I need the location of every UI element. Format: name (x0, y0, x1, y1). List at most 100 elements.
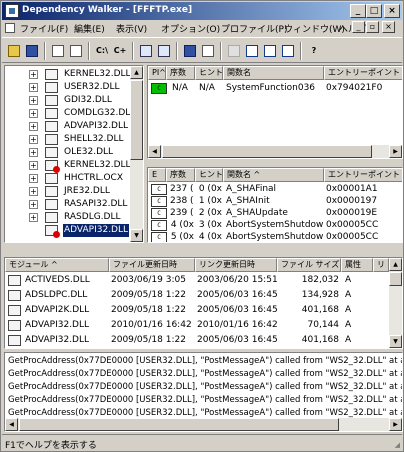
scroll-thumb[interactable] (389, 272, 402, 286)
undecorate-cpp-icon[interactable]: C+ (112, 43, 128, 59)
copy-icon[interactable] (50, 43, 66, 59)
table-row[interactable]: ADVAPI32.DLL 2010/01/16 16:42 2010/01/16 1… (5, 318, 389, 333)
header-file-time[interactable]: ファイル更新日時 (109, 258, 195, 272)
full-paths-icon[interactable]: C:\ (94, 43, 110, 59)
table-row[interactable]: ADVAPI32.DLL 2009/05/18 1:22 2005/06/03 16… (5, 333, 389, 348)
scroll-right-icon[interactable]: ▶ (389, 418, 402, 431)
table-row[interactable]: ADSLDPC.DLL 2009/05/18 1:22 2005/06/03 16:… (5, 288, 389, 303)
expand-icon[interactable]: + (29, 174, 38, 183)
header-function[interactable]: 関数名 (223, 66, 324, 80)
mdi-restore-button[interactable]: ▫ (366, 21, 379, 33)
scroll-right-icon[interactable]: ▶ (389, 145, 402, 158)
tree-item[interactable]: + USER32.DLL (5, 81, 128, 94)
log-hscroll[interactable]: ◀ ▶ (5, 418, 402, 431)
menu-edit[interactable]: 編集(E) (74, 22, 105, 35)
table-row[interactable]: C237 (0x0 (0xA_SHAFinal0x00001A1 (148, 183, 402, 195)
header-attributes[interactable]: 属性 (341, 258, 373, 272)
tree-scrollbar[interactable]: ▲ ▼ (130, 66, 143, 242)
tree-item[interactable]: + RASDLG.DLL (5, 211, 128, 224)
close-button[interactable]: × (384, 4, 400, 18)
minimize-button[interactable]: _ (350, 4, 366, 18)
cascade-icon[interactable] (244, 43, 260, 59)
tree-item[interactable]: ADVAPI32.DLL (5, 224, 130, 238)
tree-item[interactable]: + ADVAPI32.DLL (5, 120, 128, 133)
import-function-pane: PI^ 序数 ヒント 関数名 エントリーポイント C N/A N/A Syste… (147, 65, 403, 159)
header-function[interactable]: 関数名 ^ (223, 168, 324, 182)
module-icon (45, 186, 58, 197)
profile-icon[interactable] (200, 43, 216, 59)
menu-view[interactable]: 表示(V) (116, 22, 147, 35)
table-row[interactable]: C4 (0x3 (0xAbortSystemShutdownA0x00005CC (148, 219, 402, 231)
scroll-up-icon[interactable]: ▲ (130, 66, 143, 79)
tree-item[interactable]: + GDI32.DLL (5, 94, 128, 107)
table-row[interactable]: C5 (0x4 (0xAbortSystemShutdownW0x00005CC (148, 231, 402, 242)
save-icon[interactable] (24, 43, 40, 59)
expand-icon[interactable]: + (29, 96, 38, 105)
table-row[interactable]: ADVAPI2K.DLL 2009/05/18 1:22 2005/06/03 16… (5, 303, 389, 318)
header-more[interactable]: リ (373, 258, 389, 272)
expand-icon[interactable]: + (29, 83, 38, 92)
tree-item[interactable]: + RASAPI32.DLL (5, 198, 128, 211)
scroll-left-icon[interactable]: ◀ (5, 418, 18, 431)
expand-icon[interactable]: + (29, 213, 38, 222)
external-viewer-icon[interactable] (182, 43, 198, 59)
header-hint[interactable]: ヒント (195, 168, 223, 182)
scroll-thumb[interactable] (130, 80, 143, 160)
scroll-up-icon[interactable]: ▲ (389, 258, 402, 271)
menu-profile[interactable]: プロファイル(P) (221, 22, 287, 35)
expand-icon[interactable]: + (29, 161, 38, 170)
tile-disabled-icon[interactable] (226, 43, 242, 59)
table-row[interactable]: C N/A N/A SystemFunction036 0x794021F0 (148, 81, 402, 96)
import-hscroll[interactable]: ◀ ▶ (148, 145, 402, 158)
tile-vertical-icon[interactable] (280, 43, 296, 59)
expand-icon[interactable]: + (29, 187, 38, 196)
maximize-button[interactable]: □ (366, 4, 382, 18)
tree-item[interactable]: + HHCTRL.OCX (5, 172, 128, 185)
scroll-down-icon[interactable]: ▼ (389, 335, 402, 348)
expand-icon[interactable]: + (29, 109, 38, 118)
tree-item[interactable]: + KERNEL32.DLL (5, 159, 131, 173)
mdi-close-button[interactable]: × (382, 21, 395, 33)
expand-icon[interactable]: + (29, 122, 38, 131)
tree-item[interactable]: + KERNEL32.DLL (5, 68, 131, 81)
mdi-minimize-button[interactable]: _ (352, 21, 365, 33)
module-scrollbar[interactable]: ▲ ▼ (389, 258, 402, 348)
menu-window[interactable]: ウィンドウ(W) (284, 22, 345, 35)
scroll-thumb[interactable] (19, 418, 339, 431)
header-e[interactable]: E (148, 168, 166, 182)
header-entry-point[interactable]: エントリーポイント (324, 66, 402, 80)
tree-item[interactable]: + SHELL32.DLL (5, 133, 128, 146)
scroll-thumb[interactable] (162, 145, 372, 158)
find-icon[interactable] (68, 43, 84, 59)
expand-icon[interactable]: + (29, 200, 38, 209)
table-row[interactable]: C239 (0x2 (0xA_SHAUpdate0x000019E (148, 207, 402, 219)
properties-icon[interactable] (156, 43, 172, 59)
tree-item[interactable]: + COMDLG32.DLL (5, 107, 135, 120)
doc-icon[interactable] (5, 23, 15, 33)
menu-options[interactable]: オプション(O) (161, 22, 220, 35)
header-module[interactable]: モジュール ^ (5, 258, 109, 272)
header-ordinal[interactable]: 序数 (166, 66, 195, 80)
expand-icon[interactable]: + (29, 135, 38, 144)
view-module-icon[interactable] (138, 43, 154, 59)
help-icon[interactable]: ? (306, 43, 322, 59)
scroll-left-icon[interactable]: ◀ (148, 145, 161, 158)
tree-item[interactable]: + OLE32.DLL (5, 146, 128, 159)
expand-icon[interactable]: + (29, 148, 38, 157)
menu-file[interactable]: ファイル(F) (20, 22, 68, 35)
expand-icon[interactable]: + (29, 70, 38, 79)
resize-grip-icon[interactable]: ◢ (395, 441, 400, 449)
tile-horizontal-icon[interactable] (262, 43, 278, 59)
scroll-down-icon[interactable]: ▼ (130, 229, 143, 242)
header-file-size[interactable]: ファイル サイズ (277, 258, 341, 272)
header-entry-point[interactable]: エントリーポイント (324, 168, 402, 182)
header-hint[interactable]: ヒント (195, 66, 223, 80)
header-ordinal[interactable]: 序数 (166, 168, 195, 182)
table-row[interactable]: ACTIVEDS.DLL 2003/06/19 3:05 2003/06/20 15… (5, 273, 389, 288)
header-link-time[interactable]: リンク更新日時 (195, 258, 277, 272)
header-pi[interactable]: PI^ (148, 66, 166, 80)
open-icon[interactable] (6, 43, 22, 59)
table-row[interactable]: C238 (0x1 (0xA_SHAInit0x0000197 (148, 195, 402, 207)
tree-item[interactable]: + JRE32.DLL (5, 185, 128, 198)
module-list-pane: モジュール ^ ファイル更新日時 リンク更新日時 ファイル サイズ 属性 リ A… (4, 257, 403, 349)
